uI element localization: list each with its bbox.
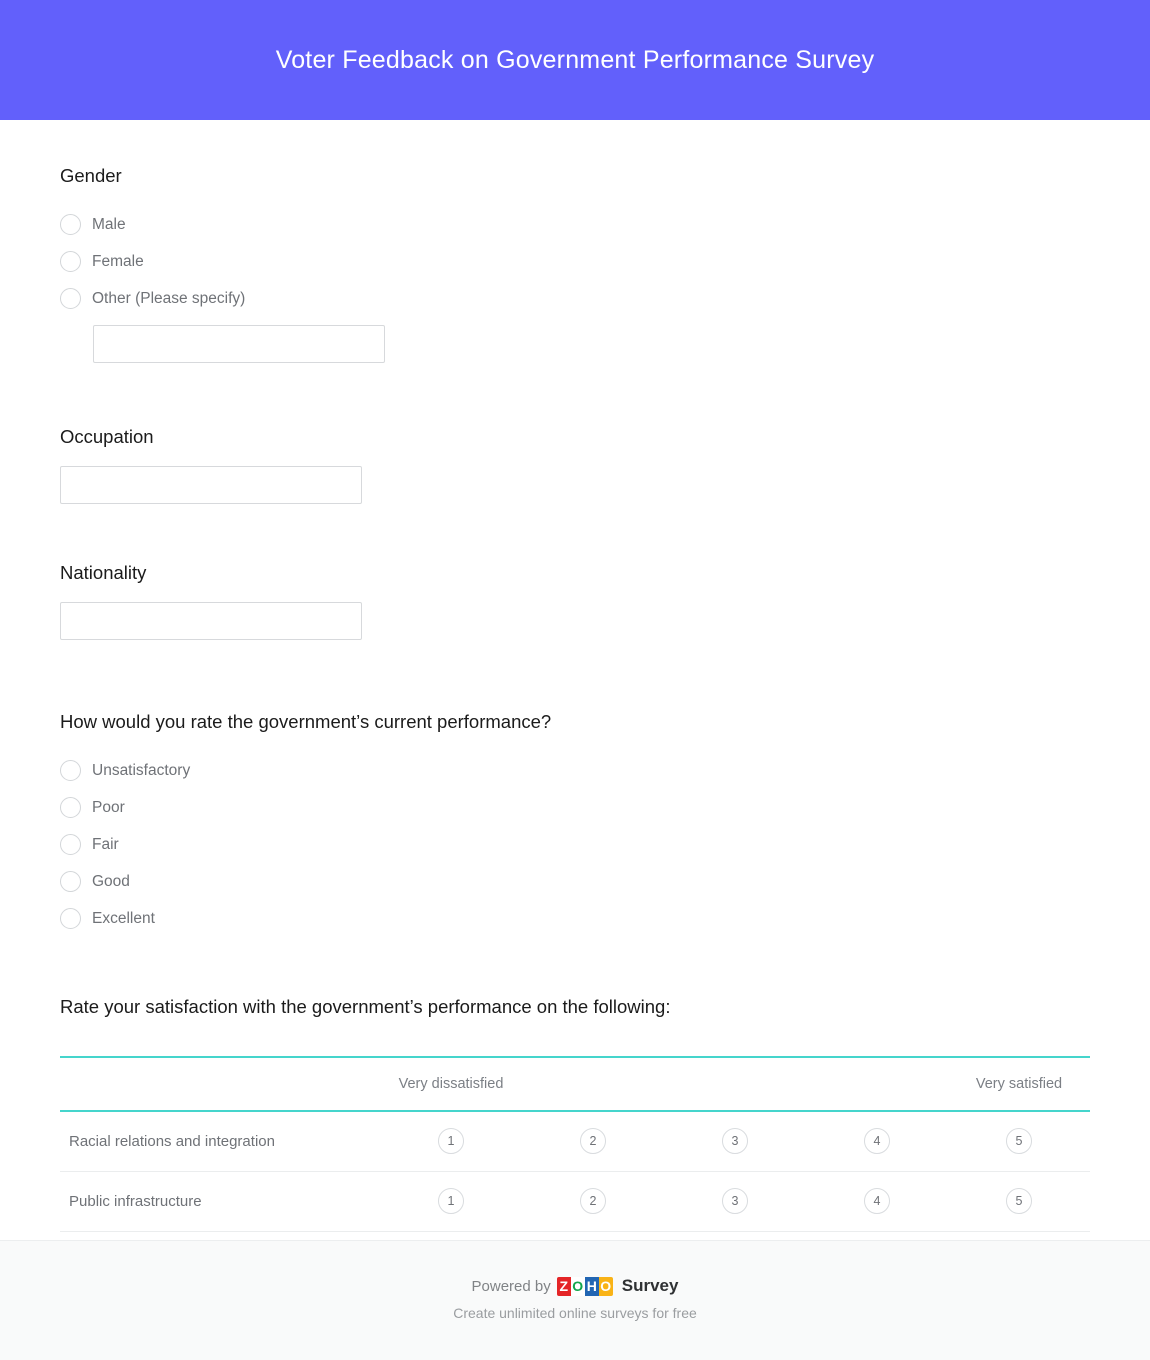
option-label: Poor <box>92 798 125 816</box>
option-label: Good <box>92 872 130 890</box>
performance-option-unsatisfactory[interactable]: Unsatisfactory <box>60 752 1090 789</box>
matrix-scale-high-label: Very satisfied <box>948 1056 1090 1113</box>
brand-word: Survey <box>621 1276 679 1295</box>
matrix-question-title: Rate your satisfaction with the governme… <box>60 996 671 1018</box>
nationality-input[interactable] <box>60 602 362 641</box>
performance-option-good[interactable]: Good <box>60 863 1090 900</box>
scale-option-circle[interactable]: 3 <box>722 1128 748 1155</box>
scale-option-circle[interactable]: 2 <box>580 1188 606 1215</box>
scale-option-circle[interactable]: 1 <box>438 1188 464 1215</box>
radio-icon[interactable] <box>60 760 81 782</box>
question-occupation: Occupation <box>60 425 1090 505</box>
scale-option-circle[interactable]: 2 <box>580 1128 606 1155</box>
matrix-header-spacer-3 <box>664 1056 806 1113</box>
matrix-scale-low-label: Very dissatisfied <box>380 1056 522 1113</box>
table-row: Racial relations and integration 1 2 3 4 <box>60 1111 1090 1172</box>
matrix-header-spacer-4 <box>806 1056 948 1113</box>
performance-option-excellent[interactable]: Excellent <box>60 900 1090 937</box>
table-row: Public infrastructure 1 2 3 4 5 <box>60 1171 1090 1232</box>
survey-title: Voter Feedback on Government Performance… <box>275 45 875 74</box>
matrix-cell-infra-4[interactable]: 4 <box>806 1171 948 1231</box>
satisfaction-matrix-table: Very dissatisfied Very satisfied Racial … <box>60 1056 1090 1232</box>
scale-option-circle[interactable]: 5 <box>1006 1188 1032 1215</box>
scale-option-circle[interactable]: 4 <box>864 1188 890 1215</box>
occupation-input[interactable] <box>60 466 362 505</box>
question-gender: Gender Male Female Other (Please specify… <box>60 164 1090 364</box>
performance-question-title: How would you rate the government’s curr… <box>60 711 552 733</box>
scale-option-circle[interactable]: 4 <box>864 1128 890 1155</box>
matrix-cell-infra-1[interactable]: 1 <box>380 1171 522 1231</box>
zoho-letter-h: H <box>584 1276 599 1296</box>
radio-icon[interactable] <box>60 214 81 236</box>
matrix-cell-racial-4[interactable]: 4 <box>806 1111 948 1171</box>
zoho-letter-o2: O <box>598 1276 613 1296</box>
gender-option-male[interactable]: Male <box>60 206 1090 243</box>
radio-icon[interactable] <box>60 834 81 856</box>
zoho-letter-z: Z <box>556 1276 571 1296</box>
radio-icon[interactable] <box>60 288 81 310</box>
gender-other-input[interactable] <box>93 325 385 364</box>
footer-tagline: Create unlimited online surveys for free <box>453 1305 697 1321</box>
radio-icon[interactable] <box>60 871 81 893</box>
matrix-row-label: Public infrastructure <box>69 1192 202 1210</box>
option-label: Excellent <box>92 909 155 927</box>
matrix-header-blank <box>60 1056 380 1113</box>
scale-option-circle[interactable]: 3 <box>722 1188 748 1215</box>
zoho-logo-icon: Z O H O <box>556 1276 613 1296</box>
matrix-cell-racial-1[interactable]: 1 <box>380 1111 522 1171</box>
powered-by-line: Powered by Z O H O Survey <box>471 1276 679 1296</box>
matrix-header-spacer-2 <box>522 1056 664 1113</box>
radio-icon[interactable] <box>60 251 81 273</box>
option-label: Unsatisfactory <box>92 761 191 779</box>
radio-icon[interactable] <box>60 797 81 819</box>
scale-option-circle[interactable]: 1 <box>438 1128 464 1155</box>
question-nationality: Nationality <box>60 561 1090 641</box>
survey-header: Voter Feedback on Government Performance… <box>0 0 1150 120</box>
option-label: Male <box>92 215 126 233</box>
matrix-row-label: Racial relations and integration <box>69 1132 275 1150</box>
question-performance-rating: How would you rate the government’s curr… <box>60 710 1090 937</box>
survey-footer: Powered by Z O H O Survey Create unlimit… <box>0 1240 1150 1360</box>
radio-icon[interactable] <box>60 908 81 930</box>
option-label: Other (Please specify) <box>92 289 246 307</box>
performance-option-fair[interactable]: Fair <box>60 826 1090 863</box>
performance-option-poor[interactable]: Poor <box>60 789 1090 826</box>
occupation-question-title: Occupation <box>60 426 154 448</box>
gender-option-other[interactable]: Other (Please specify) <box>60 280 1090 317</box>
matrix-cell-racial-5[interactable]: 5 <box>948 1111 1090 1171</box>
survey-body: Gender Male Female Other (Please specify… <box>0 120 1150 1240</box>
gender-option-female[interactable]: Female <box>60 243 1090 280</box>
option-label: Female <box>92 252 144 270</box>
nationality-question-title: Nationality <box>60 562 147 584</box>
matrix-cell-infra-3[interactable]: 3 <box>664 1171 806 1231</box>
matrix-cell-racial-2[interactable]: 2 <box>522 1111 664 1171</box>
matrix-cell-infra-2[interactable]: 2 <box>522 1171 664 1231</box>
question-satisfaction-matrix: Rate your satisfaction with the governme… <box>60 995 1090 1232</box>
matrix-cell-racial-3[interactable]: 3 <box>664 1111 806 1171</box>
option-label: Fair <box>92 835 119 853</box>
matrix-cell-infra-5[interactable]: 5 <box>948 1171 1090 1231</box>
scale-option-circle[interactable]: 5 <box>1006 1128 1032 1155</box>
gender-question-title: Gender <box>60 165 122 186</box>
zoho-letter-o1: O <box>570 1276 585 1296</box>
powered-by-text: Powered by <box>471 1277 551 1295</box>
matrix-header-row: Very dissatisfied Very satisfied <box>60 1056 1090 1113</box>
